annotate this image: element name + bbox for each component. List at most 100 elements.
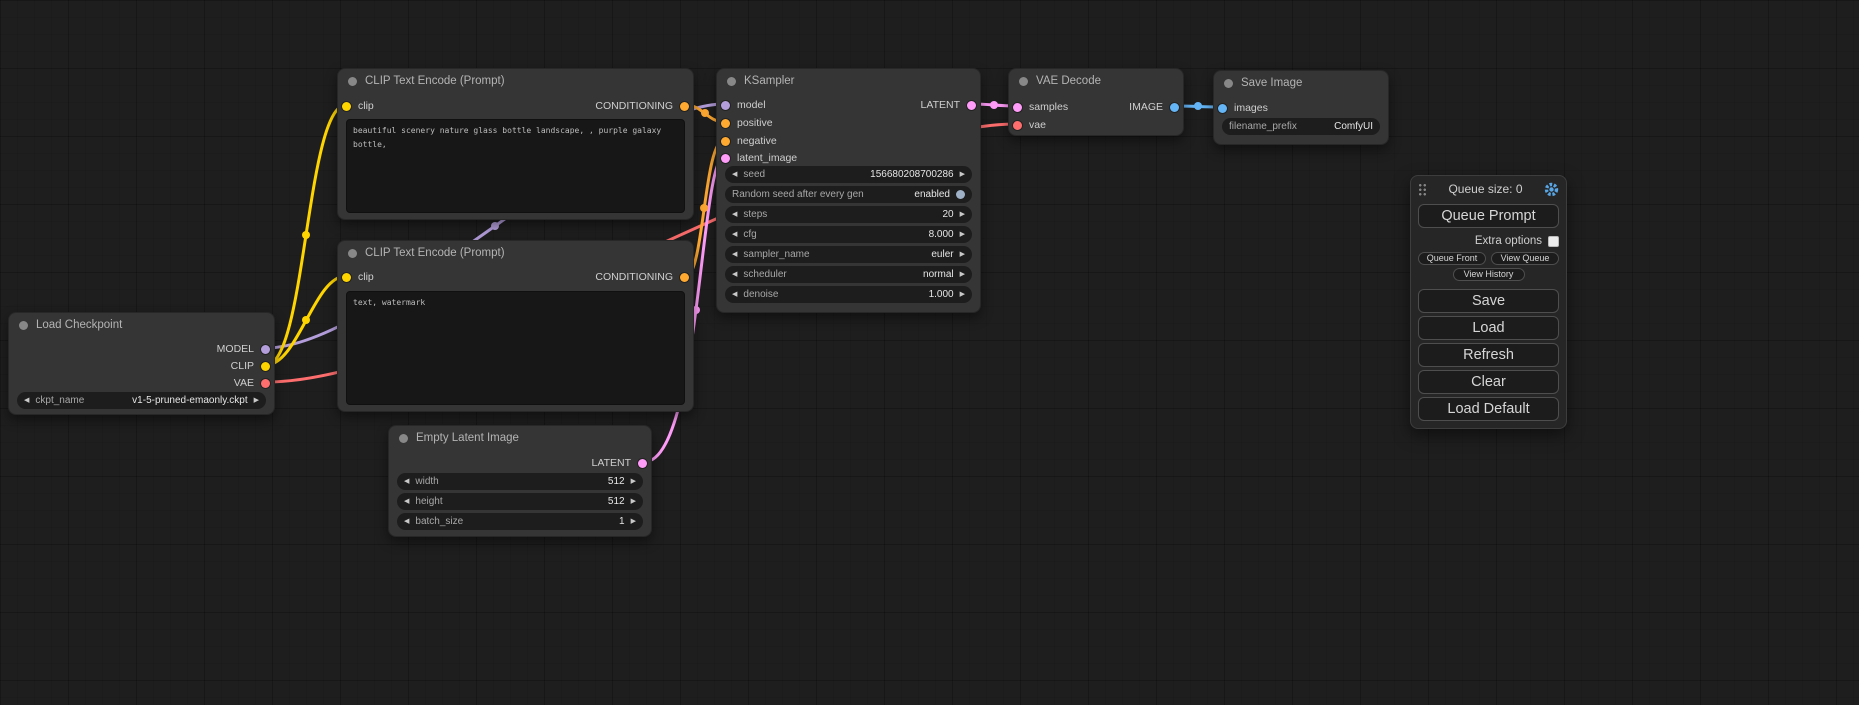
increment-arrow-icon[interactable]: ▶ [960,271,965,278]
increment-arrow-icon[interactable]: ▶ [960,251,965,258]
denoise-widget[interactable]: ◀ denoise 1.000 ▶ [725,286,972,303]
output-dot-vae[interactable] [261,379,270,388]
scheduler-widget[interactable]: ◀ scheduler normal ▶ [725,266,972,283]
cfg-widget[interactable]: ◀ cfg 8.000 ▶ [725,226,972,243]
output-label: CLIP [231,360,254,372]
output-dot-model[interactable] [261,345,270,354]
decrement-arrow-icon[interactable]: ◀ [732,271,737,278]
output-dot-conditioning[interactable] [680,102,689,111]
widget-value: 1.000 [929,289,954,300]
prompt-text-widget[interactable]: text, watermark [346,291,685,405]
input-label: positive [737,117,773,129]
input-dot-negative[interactable] [721,137,730,146]
node-header[interactable]: Load Checkpoint [9,313,274,337]
input-dot-images[interactable] [1218,104,1227,113]
input-dot-latent-image[interactable] [721,154,730,163]
node-header[interactable]: VAE Decode [1009,69,1183,93]
decrement-arrow-icon[interactable]: ◀ [732,171,737,178]
widget-value: 8.000 [929,229,954,240]
input-dot-positive[interactable] [721,119,730,128]
node-header[interactable]: Empty Latent Image [389,426,651,450]
steps-widget[interactable]: ◀ steps 20 ▶ [725,206,972,223]
queue-prompt-button[interactable]: Queue Prompt [1418,204,1559,228]
decrement-arrow-icon[interactable]: ◀ [732,291,737,298]
collapse-dot-icon[interactable] [348,249,357,258]
node-canvas[interactable]: Load Checkpoint MODEL CLIP VAE ◀ ckpt_na… [0,0,1859,705]
prompt-text-widget[interactable]: beautiful scenery nature glass bottle la… [346,119,685,213]
input-slot-positive: positive [721,115,976,131]
input-label: vae [1029,119,1046,131]
output-dot-conditioning[interactable] [680,273,689,282]
random-seed-widget[interactable]: Random seed after every gen enabled [725,186,972,203]
node-ksampler[interactable]: KSampler model LATENT positive negative … [716,68,981,313]
input-dot-vae[interactable] [1013,121,1022,130]
ckpt-name-widget[interactable]: ◀ ckpt_name v1-5-pruned-emaonly.ckpt ▶ [17,392,266,409]
link-midpoint-dot [701,109,709,117]
increment-arrow-icon[interactable]: ▶ [960,231,965,238]
decrement-arrow-icon[interactable]: ◀ [404,498,409,505]
collapse-dot-icon[interactable] [727,77,736,86]
decrement-arrow-icon[interactable]: ◀ [732,211,737,218]
collapse-dot-icon[interactable] [1224,79,1233,88]
load-default-button[interactable]: Load Default [1418,397,1559,421]
widget-label: height [415,496,602,507]
node-title: VAE Decode [1036,75,1101,87]
node-empty-latent-image[interactable]: Empty Latent Image LATENT ◀ width 512 ▶ … [388,425,652,537]
decrement-arrow-icon[interactable]: ◀ [732,231,737,238]
decrement-arrow-icon[interactable]: ◀ [404,518,409,525]
queue-size-label: Queue size: 0 [1427,182,1544,196]
output-dot-latent[interactable] [638,459,647,468]
drag-handle-icon[interactable] [1418,183,1427,196]
output-dot-image[interactable] [1170,103,1179,112]
widget-value: enabled [914,189,950,200]
collapse-dot-icon[interactable] [348,77,357,86]
collapse-dot-icon[interactable] [1019,77,1028,86]
increment-arrow-icon[interactable]: ▶ [254,397,259,404]
batch-size-widget[interactable]: ◀ batch_size 1 ▶ [397,513,643,530]
save-button[interactable]: Save [1418,289,1559,313]
node-header[interactable]: KSampler [717,69,980,93]
node-vae-decode[interactable]: VAE Decode samples IMAGE vae [1008,68,1184,136]
extra-options-checkbox[interactable] [1548,236,1559,247]
clear-button[interactable]: Clear [1418,370,1559,394]
increment-arrow-icon[interactable]: ▶ [631,478,636,485]
widget-value: ComfyUI [1334,121,1373,132]
widget-value: 512 [608,476,625,487]
increment-arrow-icon[interactable]: ▶ [960,211,965,218]
increment-arrow-icon[interactable]: ▶ [960,171,965,178]
node-clip-text-encode-positive[interactable]: CLIP Text Encode (Prompt) clip CONDITION… [337,68,694,220]
output-label: IMAGE [1129,101,1163,113]
node-save-image[interactable]: Save Image images filename_prefix ComfyU… [1213,70,1389,145]
collapse-dot-icon[interactable] [399,434,408,443]
increment-arrow-icon[interactable]: ▶ [631,518,636,525]
sampler-name-widget[interactable]: ◀ sampler_name euler ▶ [725,246,972,263]
widget-label: cfg [743,229,922,240]
decrement-arrow-icon[interactable]: ◀ [24,397,29,404]
node-clip-text-encode-negative[interactable]: CLIP Text Encode (Prompt) clip CONDITION… [337,240,694,412]
node-load-checkpoint[interactable]: Load Checkpoint MODEL CLIP VAE ◀ ckpt_na… [8,312,275,415]
height-widget[interactable]: ◀ height 512 ▶ [397,493,643,510]
node-header[interactable]: CLIP Text Encode (Prompt) [338,69,693,93]
widget-value: 156680208700286 [870,169,953,180]
view-history-button[interactable]: View History [1453,268,1525,281]
decrement-arrow-icon[interactable]: ◀ [732,251,737,258]
seed-widget[interactable]: ◀ seed 156680208700286 ▶ [725,166,972,183]
decrement-arrow-icon[interactable]: ◀ [404,478,409,485]
increment-arrow-icon[interactable]: ▶ [960,291,965,298]
load-button[interactable]: Load [1418,316,1559,340]
node-header[interactable]: Save Image [1214,71,1388,95]
input-slot-negative: negative [721,133,976,149]
output-dot-clip[interactable] [261,362,270,371]
width-widget[interactable]: ◀ width 512 ▶ [397,473,643,490]
refresh-button[interactable]: Refresh [1418,343,1559,367]
queue-front-button[interactable]: Queue Front [1418,252,1486,265]
view-queue-button[interactable]: View Queue [1491,252,1559,265]
increment-arrow-icon[interactable]: ▶ [631,498,636,505]
output-label: CONDITIONING [595,100,673,112]
output-dot-latent[interactable] [967,101,976,110]
node-header[interactable]: CLIP Text Encode (Prompt) [338,241,693,265]
random-seed-toggle-icon[interactable] [956,190,965,199]
settings-gear-icon[interactable] [1544,182,1559,197]
filename-prefix-widget[interactable]: filename_prefix ComfyUI [1222,118,1380,135]
collapse-dot-icon[interactable] [19,321,28,330]
